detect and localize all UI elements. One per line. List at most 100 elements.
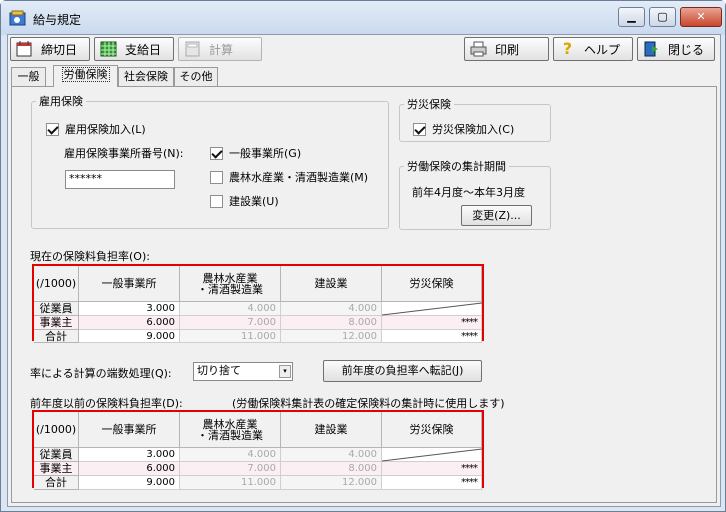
checkbox-icon xyxy=(210,146,223,160)
unit-header: (/1000) xyxy=(34,412,79,448)
print-button[interactable]: 印刷 xyxy=(464,37,549,61)
current-employee-construction: 4.000 xyxy=(281,302,382,316)
row-label-total: 合計 xyxy=(34,330,79,343)
construction-header: 建設業 xyxy=(281,412,382,448)
office-number-field[interactable]: ****** xyxy=(65,170,175,189)
previous-employee-agri: 4.000 xyxy=(180,448,281,462)
previous-total-construction: 12.000 xyxy=(281,476,382,490)
agri-label: 農林水産業・清酒製造業(M) xyxy=(229,171,369,184)
aggregation-period-legend: 労働保険の集計期間 xyxy=(407,160,506,173)
workers-comp-join-label: 労災保険加入(C) xyxy=(432,123,515,136)
agri-header: 農林水産業 ・清酒製造業 xyxy=(180,412,281,448)
general-office-label: 一般事業所(G) xyxy=(229,147,302,160)
previous-total-comp: **** xyxy=(382,476,482,490)
current-rate-table: (/1000) 一般事業所 農林水産業 ・清酒製造業 建設業 労災保険 従業員 … xyxy=(32,264,484,343)
calc-button[interactable]: 計算 xyxy=(178,37,262,61)
checkbox-icon xyxy=(413,122,426,136)
transfer-to-previous-button[interactable]: 前年度の負担率へ転記(J) xyxy=(323,360,482,382)
previous-rate-table: (/1000) 一般事業所 農林水産業 ・清酒製造業 建設業 労災保険 従業員 … xyxy=(32,410,484,490)
app-icon xyxy=(9,10,26,26)
labor-insurance-panel: 雇用保険 雇用保険加入(L) 雇用保険事業所番号(N): ****** 一般事業… xyxy=(11,86,717,503)
close-window-button[interactable]: ✕ xyxy=(680,7,722,27)
window-title: 給与規定 xyxy=(33,13,82,27)
previous-employee-construction: 4.000 xyxy=(281,448,382,462)
employment-join-label: 雇用保険加入(L) xyxy=(65,123,146,136)
current-employer-construction: 8.000 xyxy=(281,316,382,330)
current-employee-agri: 4.000 xyxy=(180,302,281,316)
construction-label: 建設業(U) xyxy=(229,195,279,208)
current-total-comp: **** xyxy=(382,330,482,343)
checkbox-icon xyxy=(210,194,223,208)
row-label-employee: 従業員 xyxy=(34,302,79,316)
close-date-button[interactable]: 締切日 xyxy=(10,37,90,61)
print-label: 印刷 xyxy=(495,42,520,57)
general-header: 一般事業所 xyxy=(79,412,180,448)
current-rate-label: 現在の保険料負担率(O): xyxy=(30,250,150,263)
general-header: 一般事業所 xyxy=(79,266,180,302)
tab-strip: 一般 労働保険 社会保険 その他 xyxy=(8,65,720,87)
calendar-grid-icon xyxy=(100,41,117,57)
main-window: 給与規定 ▁ ▢ ✕ 締切日 支給日 計算 印刷 ? ヘルプ 閉じる 一般 労働… xyxy=(0,0,726,512)
agri-header: 農林水産業 ・清酒製造業 xyxy=(180,266,281,302)
help-button[interactable]: ? ヘルプ xyxy=(553,37,633,61)
checkbox-icon xyxy=(46,122,59,136)
previous-employer-construction: 8.000 xyxy=(281,462,382,476)
close-button[interactable]: 閉じる xyxy=(637,37,715,61)
diagonal-slash xyxy=(382,302,482,316)
construction-checkbox[interactable]: 建設業(U) xyxy=(210,193,279,209)
title-bar: 給与規定 ▁ ▢ ✕ xyxy=(1,1,725,35)
previous-total-general: 9.000 xyxy=(79,476,180,490)
tab-social-insurance[interactable]: 社会保険 xyxy=(118,67,174,86)
row-label-total: 合計 xyxy=(34,476,79,490)
current-employee-general[interactable]: 3.000 xyxy=(79,302,180,316)
close-date-label: 締切日 xyxy=(41,42,78,57)
previous-employee-comp xyxy=(382,448,482,462)
construction-header: 建設業 xyxy=(281,266,382,302)
comp-header: 労災保険 xyxy=(382,266,482,302)
exit-door-icon xyxy=(643,41,660,57)
workers-comp-legend: 労災保険 xyxy=(407,98,451,111)
close-label: 閉じる xyxy=(668,42,705,57)
change-period-button[interactable]: 変更(Z)... xyxy=(461,205,532,226)
previous-employer-general[interactable]: 6.000 xyxy=(79,462,180,476)
agri-checkbox[interactable]: 農林水産業・清酒製造業(M) xyxy=(210,169,368,185)
rounding-value: 切り捨て xyxy=(197,364,241,377)
row-label-employer: 事業主 xyxy=(34,316,79,330)
calendar-icon xyxy=(16,41,33,57)
office-number-label: 雇用保険事業所番号(N): xyxy=(64,147,184,160)
tab-other[interactable]: その他 xyxy=(174,67,218,86)
calc-label: 計算 xyxy=(209,42,234,57)
tab-labor-insurance-label: 労働保険 xyxy=(61,67,110,82)
previous-employer-agri: 7.000 xyxy=(180,462,281,476)
current-employee-comp xyxy=(382,302,482,316)
chevron-down-icon[interactable]: ▾ xyxy=(279,365,291,378)
current-employer-comp[interactable]: **** xyxy=(382,316,482,330)
rounding-select[interactable]: 切り捨て ▾ xyxy=(193,362,293,381)
pay-date-label: 支給日 xyxy=(125,42,162,57)
tab-general[interactable]: 一般 xyxy=(11,67,46,86)
diagonal-slash xyxy=(382,448,482,462)
comp-header: 労災保険 xyxy=(382,412,482,448)
previous-rate-note: (労働保険料集計表の確定保険料の集計時に使用します) xyxy=(232,397,505,410)
general-office-checkbox[interactable]: 一般事業所(G) xyxy=(210,145,301,161)
employment-insurance-legend: 雇用保険 xyxy=(39,95,83,108)
employment-join-checkbox[interactable]: 雇用保険加入(L) xyxy=(46,121,146,137)
previous-employee-general[interactable]: 3.000 xyxy=(79,448,180,462)
previous-rate-label: 前年度以前の保険料負担率(D): xyxy=(30,397,183,410)
current-total-agri: 11.000 xyxy=(180,330,281,343)
current-total-construction: 12.000 xyxy=(281,330,382,343)
unit-header: (/1000) xyxy=(34,266,79,302)
previous-total-agri: 11.000 xyxy=(180,476,281,490)
current-employer-general[interactable]: 6.000 xyxy=(79,316,180,330)
maximize-button[interactable]: ▢ xyxy=(649,7,676,27)
help-label: ヘルプ xyxy=(584,42,621,57)
minimize-button[interactable]: ▁ xyxy=(618,7,645,27)
printer-icon xyxy=(470,41,487,57)
current-total-general: 9.000 xyxy=(79,330,180,343)
tab-labor-insurance[interactable]: 労働保険 xyxy=(53,65,118,87)
workers-comp-join-checkbox[interactable]: 労災保険加入(C) xyxy=(413,121,514,137)
pay-date-button[interactable]: 支給日 xyxy=(94,37,174,61)
previous-employer-comp[interactable]: **** xyxy=(382,462,482,476)
help-icon: ? xyxy=(562,39,573,58)
aggregation-period-text: 前年4月度～本年3月度 xyxy=(412,186,525,199)
